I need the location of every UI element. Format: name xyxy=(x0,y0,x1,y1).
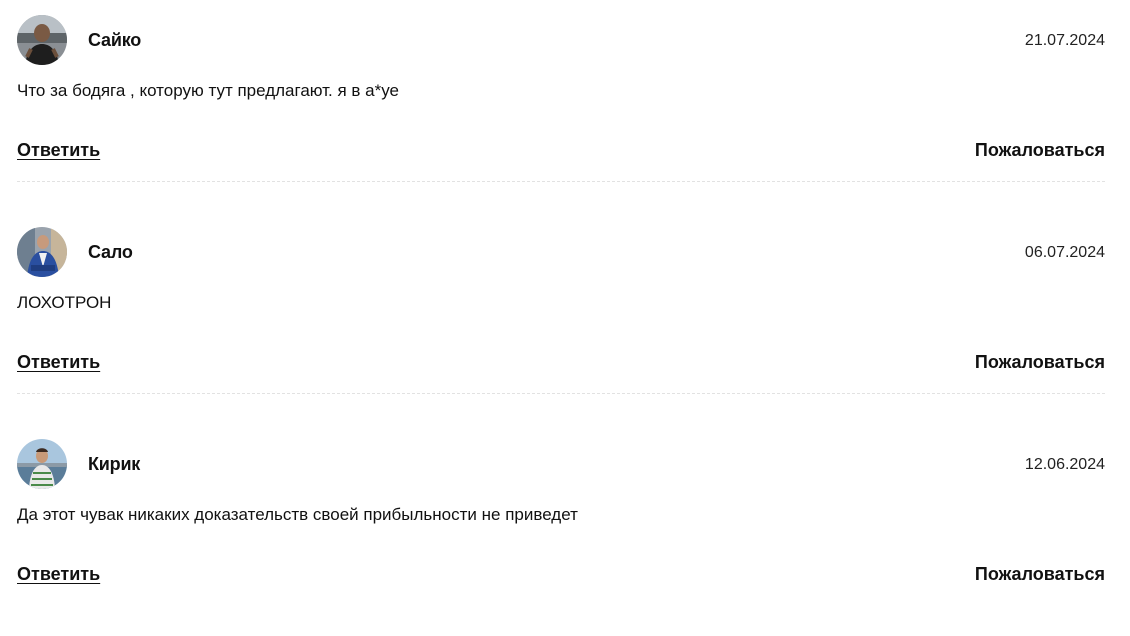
reply-link[interactable]: Ответить xyxy=(17,140,100,161)
comment-author: Кирик xyxy=(88,454,141,474)
comment-header: Сало 06.07.2024 xyxy=(17,227,1105,279)
comment-divider xyxy=(17,393,1105,394)
comment-item: Сайко 21.07.2024 Что за бодяга , которую… xyxy=(17,0,1105,212)
comment-header: Сайко 21.07.2024 xyxy=(17,15,1105,67)
report-link[interactable]: Пожаловаться xyxy=(975,352,1105,373)
comment-date: 06.07.2024 xyxy=(1024,244,1105,261)
avatar xyxy=(17,439,67,489)
comment-date: 12.06.2024 xyxy=(1024,456,1105,473)
avatar xyxy=(17,227,67,277)
comments-list: Сайко 21.07.2024 Что за бодяга , которую… xyxy=(17,0,1105,636)
report-link[interactable]: Пожаловаться xyxy=(975,564,1105,585)
comment-author: Сало xyxy=(88,242,133,262)
report-link[interactable]: Пожаловаться xyxy=(975,140,1105,161)
comment-item: Сало 06.07.2024 ЛОХОТРОН Ответить Пожало… xyxy=(17,212,1105,424)
comment-header: Кирик 12.06.2024 xyxy=(17,439,1105,491)
comment-text: Да этот чувак никаких доказательств свое… xyxy=(17,505,578,524)
reply-link[interactable]: Ответить xyxy=(17,564,100,585)
comment-author: Сайко xyxy=(88,30,142,50)
comment-divider xyxy=(17,181,1105,182)
comment-date: 21.07.2024 xyxy=(1024,32,1105,49)
comment-text: ЛОХОТРОН xyxy=(17,293,112,312)
reply-link[interactable]: Ответить xyxy=(17,352,100,373)
avatar xyxy=(17,15,67,65)
comment-item: Кирик 12.06.2024 Да этот чувак никаких д… xyxy=(17,424,1105,636)
comment-text: Что за бодяга , которую тут предлагают. … xyxy=(17,81,400,100)
